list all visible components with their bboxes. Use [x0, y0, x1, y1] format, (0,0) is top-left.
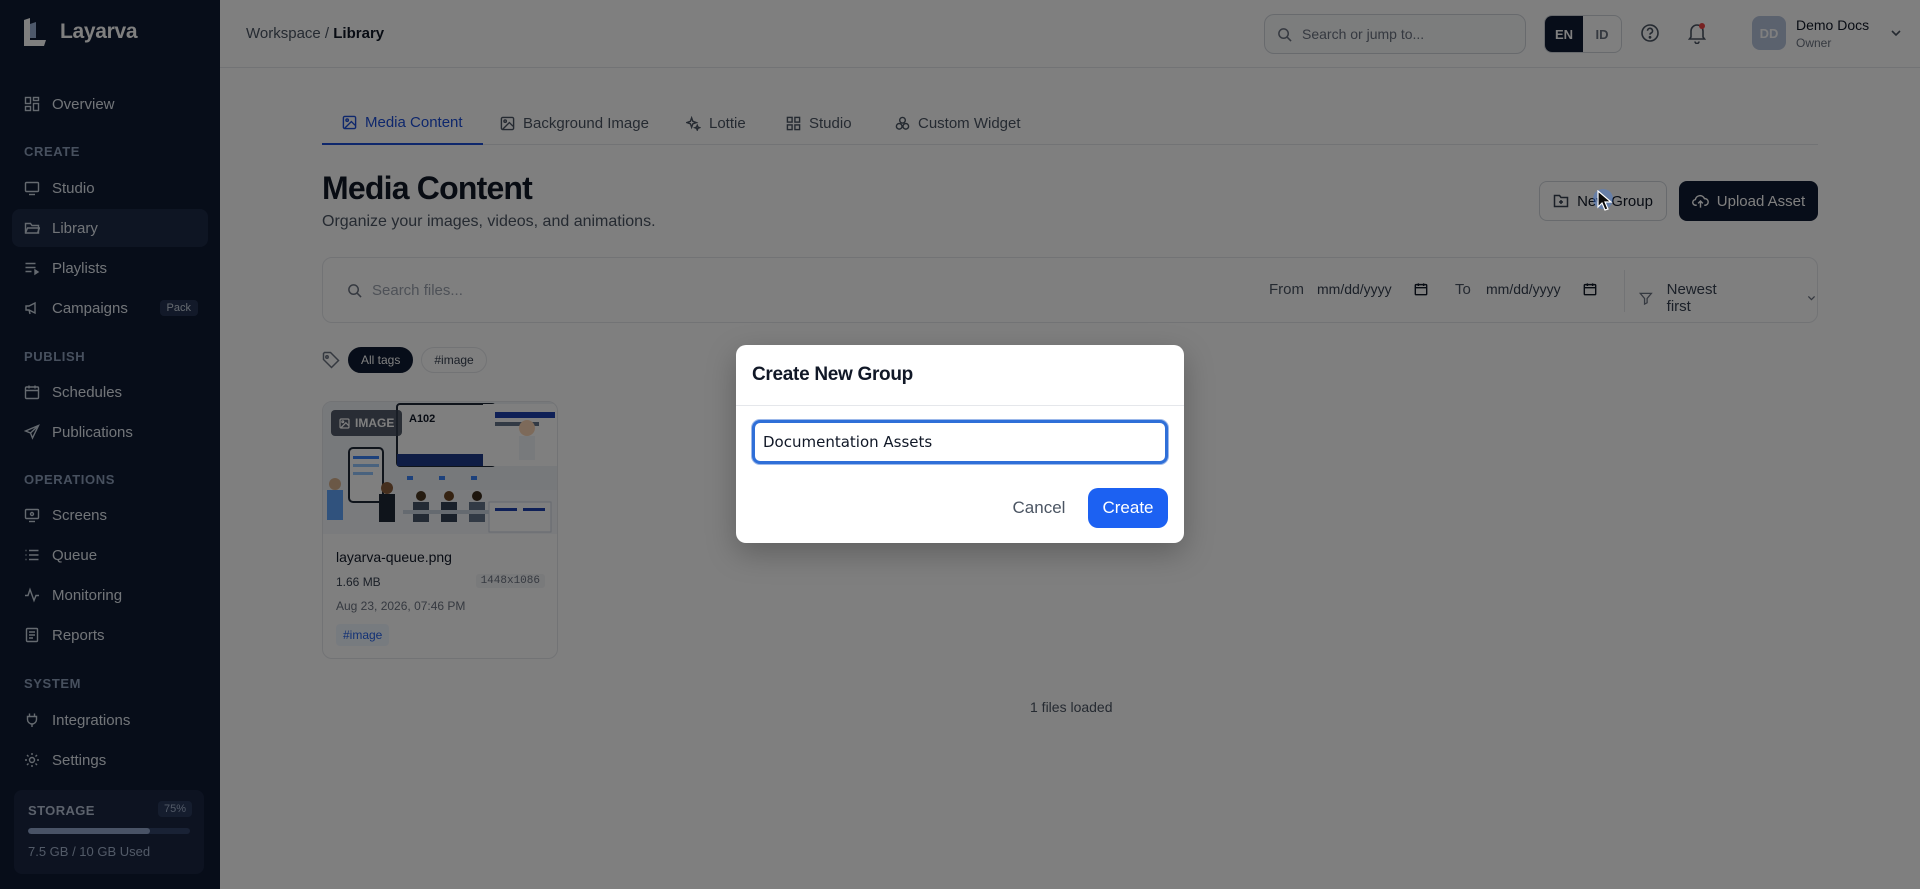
- create-button[interactable]: Create: [1088, 488, 1168, 528]
- create-group-dialog: Create New Group Cancel Create: [736, 345, 1184, 543]
- cancel-button[interactable]: Cancel: [1004, 488, 1074, 528]
- group-name-input[interactable]: [752, 420, 1168, 464]
- dialog-title: Create New Group: [752, 364, 913, 385]
- dialog-divider: [736, 405, 1184, 406]
- mouse-cursor-icon: [1597, 190, 1613, 211]
